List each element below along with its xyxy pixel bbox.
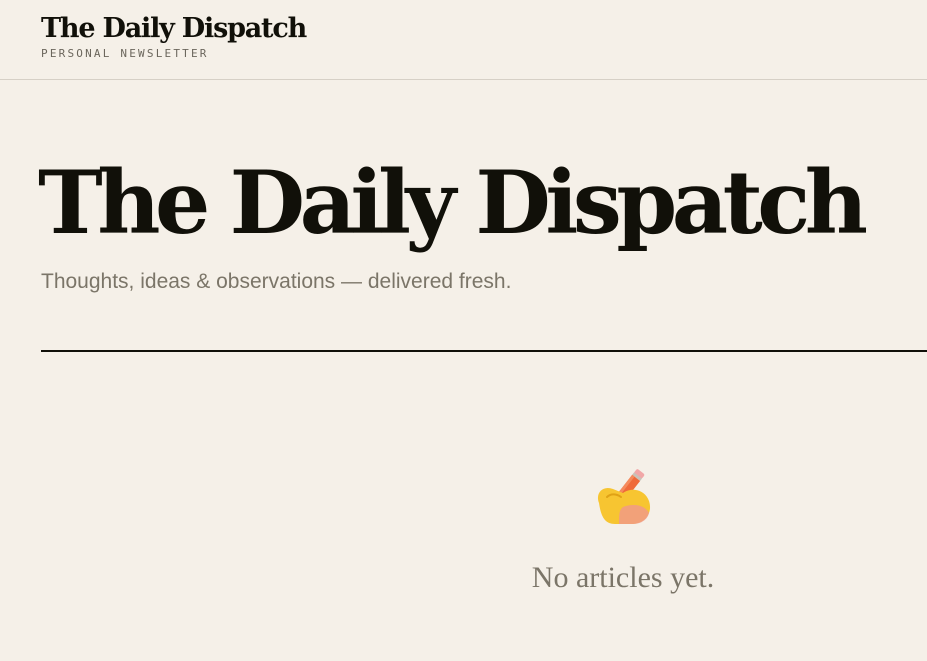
empty-state: No articles yet. [490, 460, 756, 600]
hero-divider [41, 350, 927, 352]
empty-state-message: No articles yet. [531, 561, 715, 594]
hero-tagline: Thoughts, ideas & observations — deliver… [41, 270, 512, 293]
site-header: The Daily Dispatch PERSONAL NEWSLETTER [0, 0, 927, 80]
writing-hand-icon [589, 463, 655, 529]
hero-title: The Daily Dispatch [38, 151, 868, 254]
brand-subtitle: PERSONAL NEWSLETTER [41, 47, 209, 60]
brand-title[interactable]: The Daily Dispatch [41, 12, 307, 46]
